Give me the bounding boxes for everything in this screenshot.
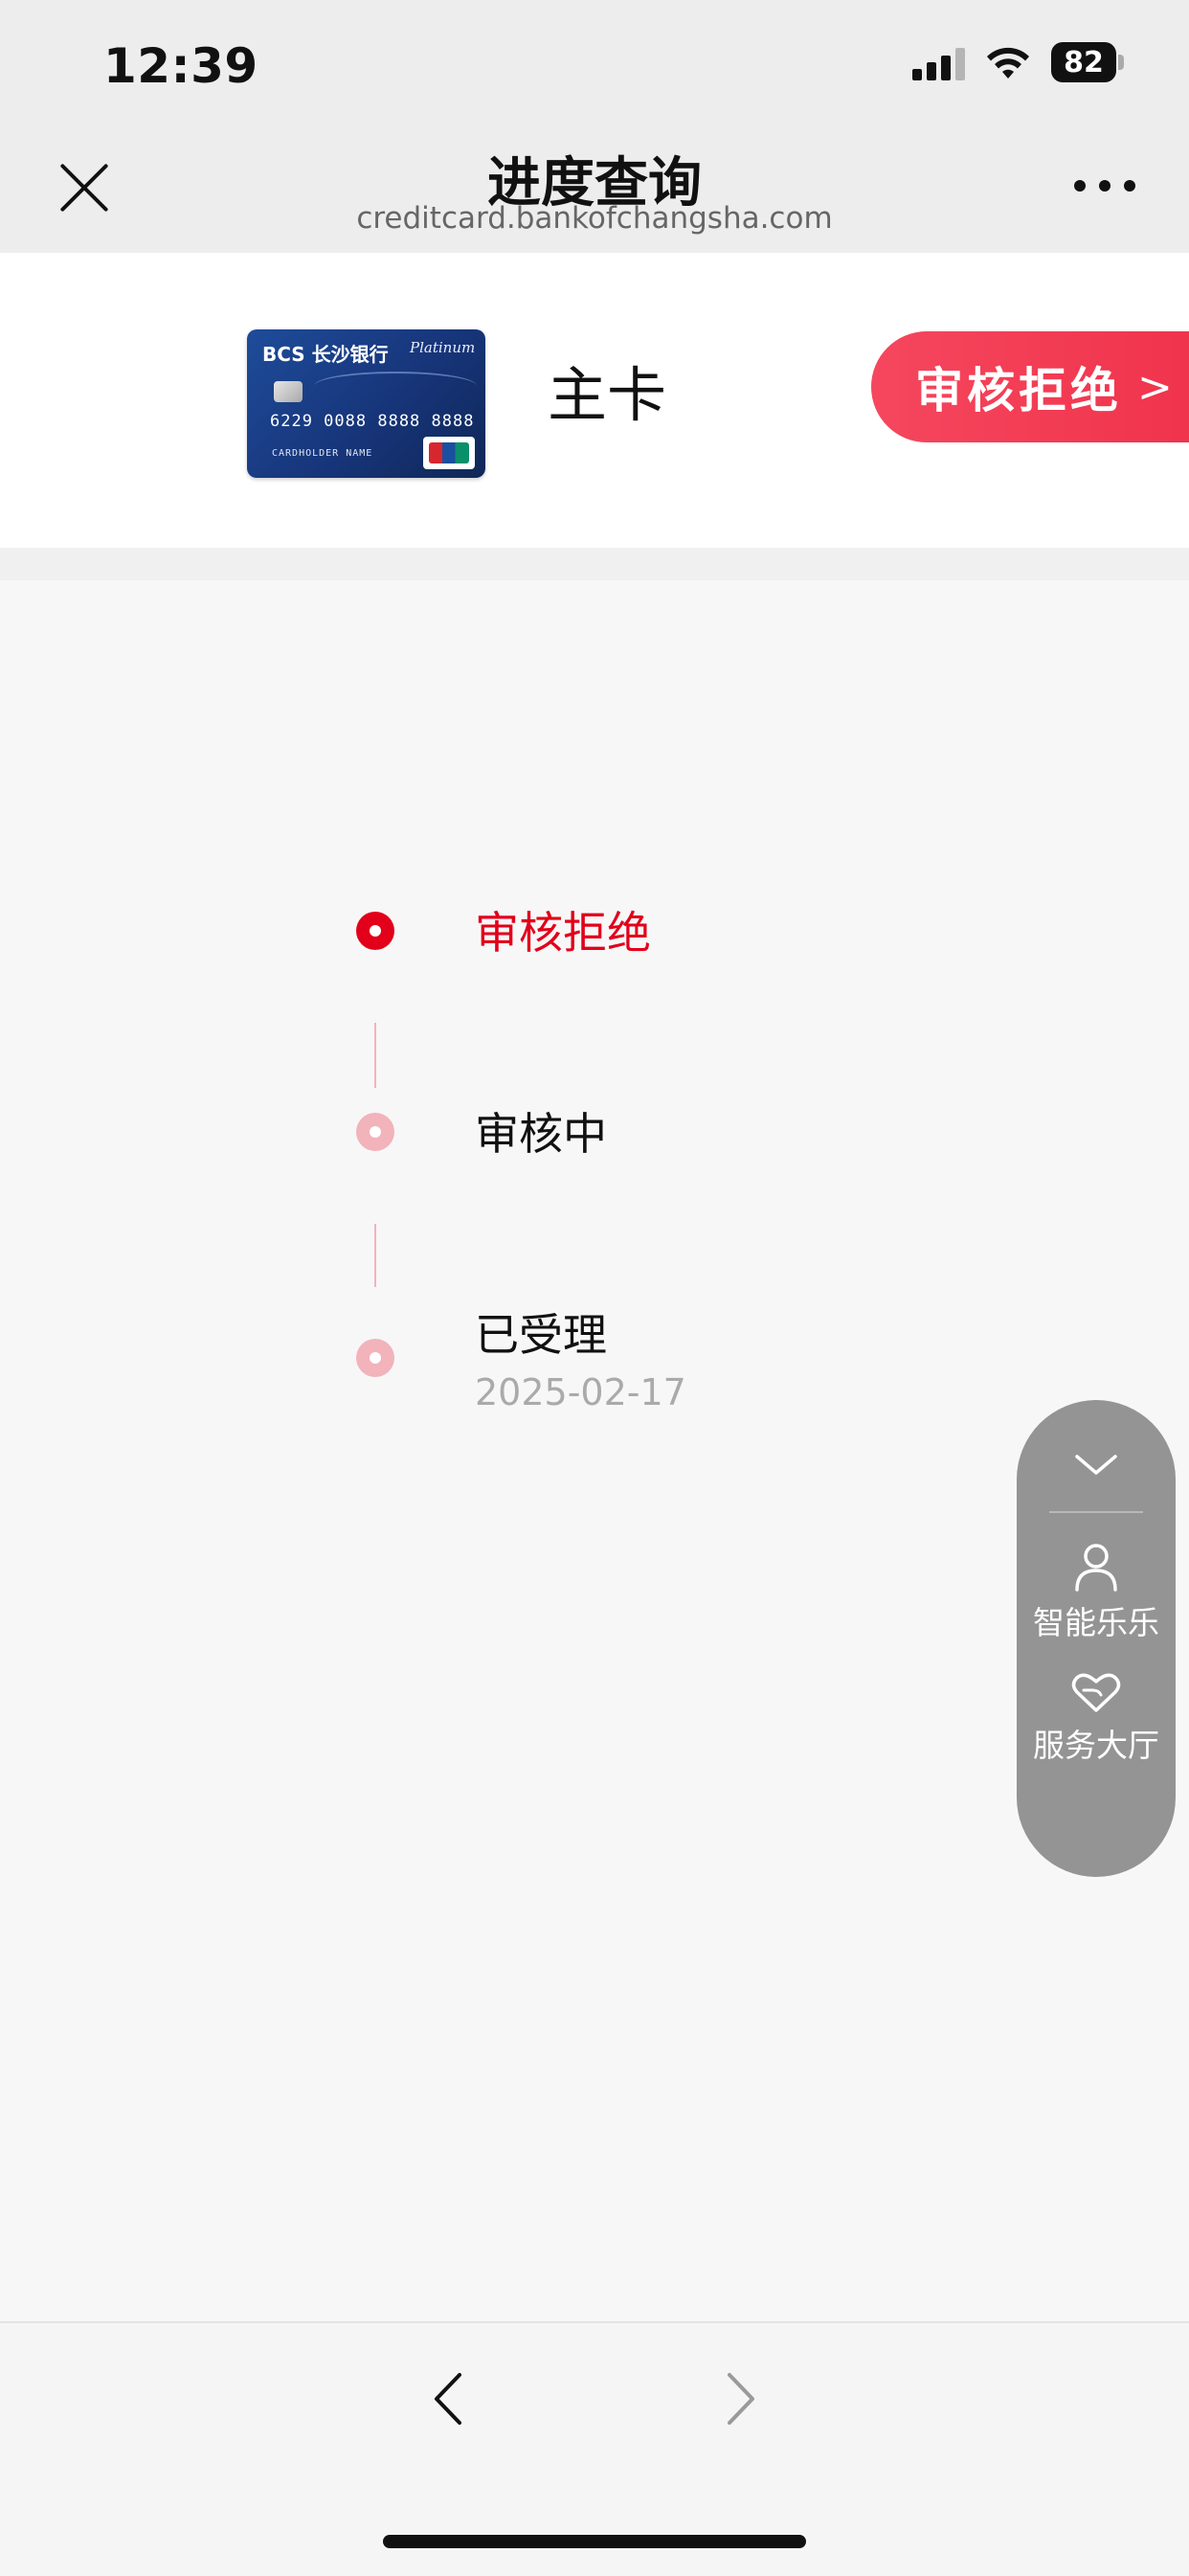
timeline-dot xyxy=(356,1113,394,1151)
service-hall-button[interactable]: 服务大厅 xyxy=(1017,1672,1176,1777)
timeline-step-label: 已受理 xyxy=(475,1309,607,1361)
back-button[interactable] xyxy=(419,2365,477,2432)
status-pill-label: 审核拒绝 xyxy=(915,363,1122,418)
timeline-step-label: 审核拒绝 xyxy=(475,907,651,959)
chevron-right-icon xyxy=(728,2373,754,2425)
float-item-label: 服务大厅 xyxy=(1033,1727,1159,1764)
status-time: 12:39 xyxy=(103,38,258,94)
forward-button[interactable] xyxy=(712,2365,770,2432)
chevron-down-icon xyxy=(1075,1455,1117,1475)
timeline-step-date: 2025-02-17 xyxy=(475,1371,686,1413)
chevron-left-icon xyxy=(435,2373,461,2425)
battery-icon: 82 xyxy=(1051,42,1126,82)
more-button[interactable] xyxy=(1074,180,1135,193)
card-bank-logo: BCS 长沙银行 xyxy=(262,343,389,366)
status-pill-button[interactable]: 审核拒绝 > xyxy=(871,331,1189,442)
timeline-dot-current xyxy=(356,912,394,950)
panel-divider xyxy=(1049,1511,1143,1513)
card-car-graphic xyxy=(314,372,477,400)
smart-assistant-button[interactable]: 智能乐乐 xyxy=(1017,1542,1176,1647)
float-item-label: 智能乐乐 xyxy=(1033,1604,1159,1641)
card-type-label: 主卡 xyxy=(548,360,667,430)
credit-card-image: BCS 长沙银行 Platinum 6229 0088 8888 8888 CA… xyxy=(247,329,485,478)
chevron-right-icon: > xyxy=(1137,362,1173,412)
battery-level: 82 xyxy=(1051,42,1116,82)
card-number: 6229 0088 8888 8888 xyxy=(270,412,475,431)
card-tier: Platinum xyxy=(410,339,476,356)
section-divider xyxy=(0,548,1189,580)
unionpay-logo xyxy=(423,437,475,469)
cellular-signal-icon xyxy=(912,48,966,80)
timeline-step-label: 审核中 xyxy=(475,1108,607,1160)
timeline-dot xyxy=(356,1339,394,1377)
timeline-connector xyxy=(374,1224,376,1287)
heart-hand-icon xyxy=(1071,1673,1121,1712)
card-chip xyxy=(274,381,303,402)
person-icon xyxy=(1075,1544,1117,1592)
collapse-button[interactable] xyxy=(1017,1436,1176,1503)
page-url: creditcard.bankofchangsha.com xyxy=(356,201,833,236)
card-holder: CARDHOLDER NAME xyxy=(272,448,373,459)
wifi-icon xyxy=(987,47,1029,79)
home-indicator xyxy=(383,2535,806,2548)
timeline-connector xyxy=(374,1023,376,1088)
